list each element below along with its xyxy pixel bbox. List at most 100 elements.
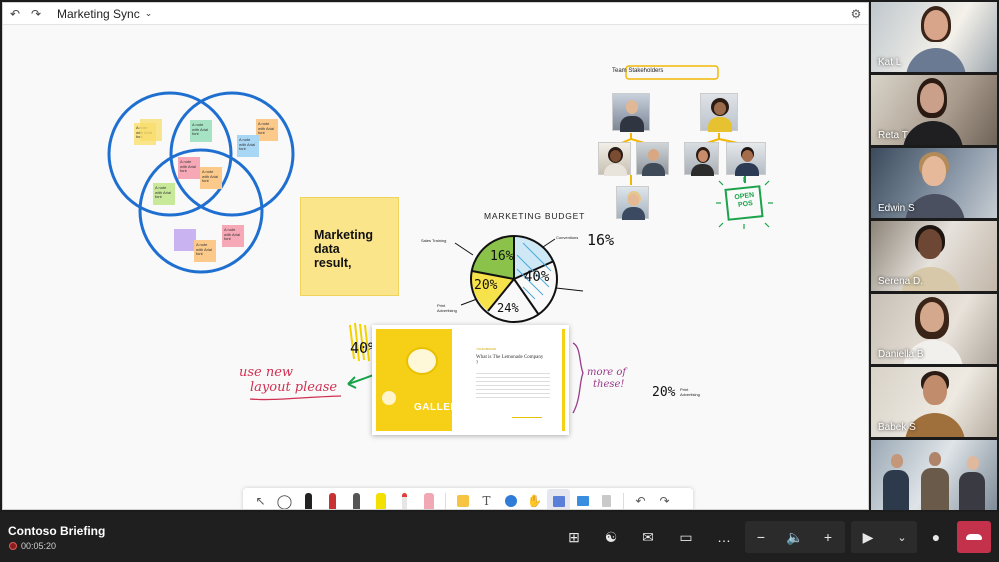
templates-tool[interactable] (547, 489, 570, 509)
camera-options-button[interactable]: ⌄ (889, 524, 915, 550)
pie-callout-print: Print Advertising (437, 303, 457, 313)
zoom-out-button[interactable]: − (748, 524, 774, 550)
participant-tile[interactable]: Daniella B (871, 294, 997, 364)
share-screen-button[interactable]: ▭ (673, 524, 699, 550)
annotation-use-new-layout: use new layout please (239, 365, 337, 395)
speaker-button[interactable]: 🔈 (782, 524, 808, 550)
meeting-title: Contoso Briefing (8, 524, 106, 538)
annotation-line-2: layout please (250, 380, 338, 395)
document-tool[interactable] (595, 489, 618, 509)
more-options-button[interactable]: … (711, 524, 737, 550)
sticky-note-tool[interactable] (451, 489, 474, 509)
org-photo[interactable] (684, 142, 719, 176)
pie-callout-sales: Sales Training (421, 238, 447, 243)
hang-up-icon (966, 534, 982, 540)
grid-view-button[interactable]: ⊞ (561, 524, 587, 550)
black-pen[interactable] (297, 489, 320, 509)
lasso-tool[interactable]: ◯ (273, 489, 296, 509)
laser-pointer[interactable] (393, 489, 416, 509)
camera-icon: ▶ (862, 528, 874, 545)
people-button[interactable]: ☯ (598, 524, 624, 550)
share-screen-icon: ▭ (679, 528, 693, 545)
inking-toolbar: ↖ ◯ T ✋ ↶ ↷ (243, 488, 693, 509)
zoom-in-button[interactable]: + (815, 524, 841, 550)
sticky-note[interactable]: A note with Arial font (194, 240, 216, 262)
lemonade-card[interactable]: GALLERY YOUR BRAND What is The Lemonade … (372, 325, 569, 435)
meeting-timer: 00:05:20 (21, 541, 57, 551)
annotation-line-1: use new (239, 365, 294, 380)
org-photo[interactable] (598, 142, 631, 176)
card-tag: YOUR BRAND (476, 347, 497, 351)
pointer-icon: ↖ (255, 494, 266, 508)
undo-tool[interactable]: ↶ (629, 489, 652, 509)
grid-view-icon: ⊞ (568, 528, 580, 545)
participant-tile[interactable]: Reta T (871, 75, 997, 145)
text-tool[interactable]: T (475, 489, 498, 509)
participant-name: Babek S (878, 422, 916, 433)
image-icon (576, 496, 589, 506)
sticky-note[interactable]: A note with Arial font (178, 157, 200, 179)
team-label: Team Stakeholders (612, 68, 664, 74)
recording-icon (9, 542, 17, 550)
microphone-button[interactable]: ● (923, 524, 949, 550)
annotation-line-1: more of (587, 367, 627, 378)
pie-callout-conventions: Conventions (556, 235, 579, 240)
org-photo[interactable] (612, 93, 650, 132)
microphone-icon: ● (931, 529, 941, 545)
card-image (376, 329, 452, 431)
pie-label-20: 20% (474, 278, 498, 293)
select-tool[interactable]: ↖ (249, 489, 272, 509)
org-photo[interactable] (616, 186, 649, 220)
sticky-note[interactable] (174, 229, 196, 251)
gray-pen[interactable] (345, 489, 368, 509)
sticky-note[interactable]: A note with Arial font (200, 167, 222, 189)
org-photo[interactable] (636, 142, 669, 176)
toolbar-divider (445, 493, 446, 509)
participant-tile[interactable]: Serena D. (871, 221, 997, 291)
participant-tile[interactable]: Kat L (871, 2, 997, 72)
toolbar-divider (623, 493, 624, 509)
speaker-icon: 🔈 (786, 528, 804, 545)
big-sticky-note[interactable]: Marketing data result, (300, 197, 399, 296)
pie-label-16: 16% (490, 249, 514, 264)
annotation-line-2: these! (593, 379, 625, 390)
sticky-note[interactable]: A note with Arial font (222, 225, 244, 247)
image-tool[interactable] (571, 489, 594, 509)
redo-icon: ↷ (659, 494, 670, 508)
sticky-note[interactable] (140, 119, 162, 141)
participant-gallery: Kat L Reta T Edwin S Serena D. Daniella … (871, 2, 998, 510)
sticky-note[interactable]: A note with Arial font (256, 119, 278, 141)
whiteboard-canvas[interactable]: ↶ ↷ Marketing Sync ⌄ ⚙ A A note with Ari… (2, 2, 869, 510)
participant-tile[interactable]: Edwin S (871, 148, 997, 218)
red-pen[interactable] (321, 489, 344, 509)
volume-zoom-group: − 🔈 + (745, 521, 845, 553)
sticky-note[interactable]: A note with Arial font (190, 120, 212, 142)
chat-button[interactable]: ✉ (635, 524, 661, 550)
participant-name: Serena D. (878, 276, 924, 287)
participant-tile[interactable] (871, 440, 997, 510)
card-text-line (476, 385, 550, 386)
lasso-icon: ◯ (276, 492, 293, 509)
percent-16: 16% (587, 231, 615, 249)
participant-tile[interactable]: Babek S (871, 367, 997, 437)
org-photo[interactable] (700, 93, 738, 132)
card-text-line (476, 373, 550, 374)
redo-tool[interactable]: ↷ (653, 489, 676, 509)
sticky-note[interactable]: A note with Arial font (237, 135, 259, 157)
reactions-tool[interactable]: ✋ (523, 489, 546, 509)
camera-group: ▶ ⌄ (851, 521, 917, 553)
participant-name: Daniella B (878, 349, 924, 360)
template-icon (552, 495, 565, 507)
card-text-line (476, 381, 550, 382)
shapes-icon (504, 495, 517, 507)
sticky-note[interactable]: A note with Arial font (153, 183, 175, 205)
shapes-tool[interactable] (499, 489, 522, 509)
eraser[interactable] (417, 489, 440, 509)
org-photo[interactable] (726, 142, 766, 176)
hang-up-button[interactable] (957, 521, 991, 553)
highlighter[interactable] (369, 489, 392, 509)
budget-title: MARKETING BUDGET (484, 211, 586, 221)
card-accent-bar (562, 329, 565, 431)
sticky-note-icon (456, 495, 469, 507)
camera-button[interactable]: ▶ (855, 524, 881, 550)
